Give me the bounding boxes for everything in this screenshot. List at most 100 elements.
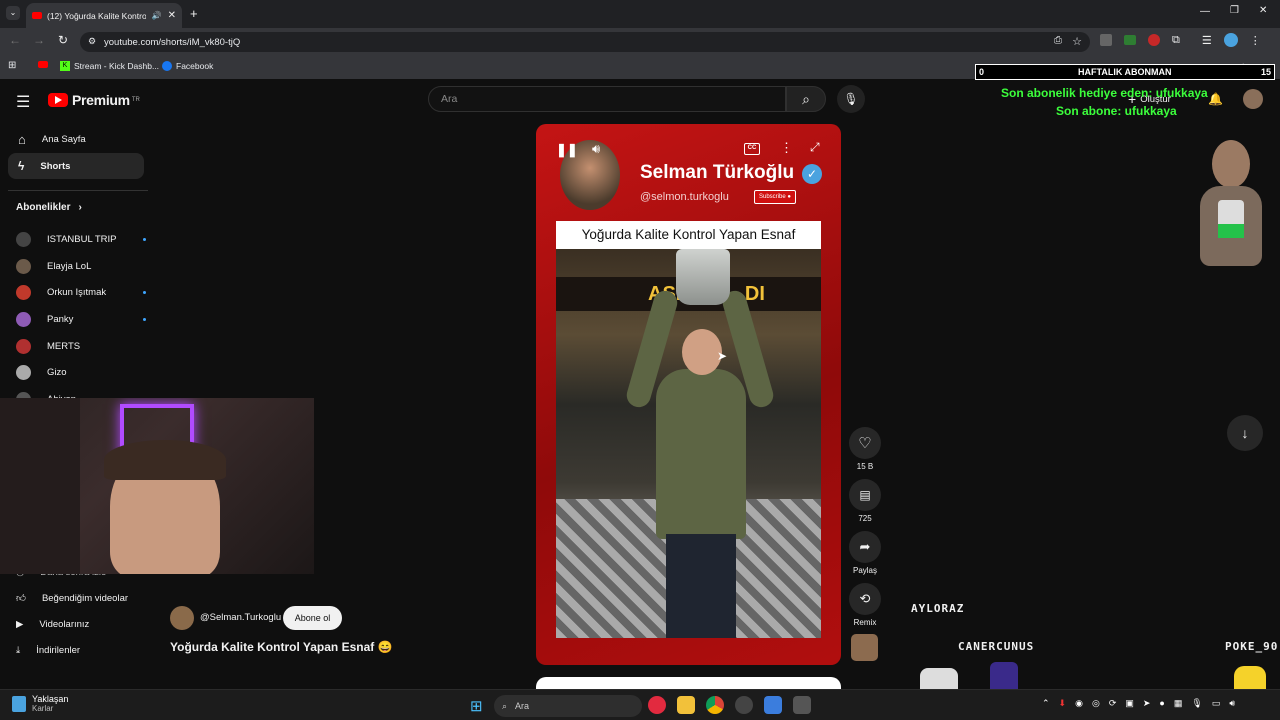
sidebar-item-subscription[interactable]: ISTANBUL TRIP xyxy=(16,226,146,253)
comments-button[interactable]: ▤ xyxy=(849,479,881,511)
extension-icon[interactable] xyxy=(1100,34,1112,46)
sidebar-item-label: Shorts xyxy=(40,160,71,172)
microphone-icon[interactable]: 🎙 xyxy=(1191,698,1202,709)
video-caption-banner: Yoğurda Kalite Kontrol Yapan Esnaf xyxy=(556,221,821,249)
sidebar-item-subscription[interactable]: Gizo xyxy=(16,359,146,386)
bookmark-label: Facebook xyxy=(176,61,214,71)
close-window-icon[interactable]: ✕ xyxy=(1259,5,1267,16)
yogurt-bucket xyxy=(676,249,730,305)
back-icon[interactable]: ← xyxy=(9,33,21,47)
tray-icon[interactable]: ◉ xyxy=(1075,698,1083,709)
new-tab-button[interactable]: + xyxy=(190,6,198,21)
tray-icon[interactable]: ◎ xyxy=(1092,698,1100,709)
share-button[interactable]: ➦ xyxy=(849,531,881,563)
app-icon[interactable] xyxy=(793,696,811,714)
volume-icon[interactable]: 🔊︎ xyxy=(592,141,600,157)
tray-icon[interactable]: ⟳ xyxy=(1109,698,1117,709)
sidebar-item-shorts[interactable]: ϟ Shorts xyxy=(8,153,144,179)
video-caption: Yoğurda Kalite Kontrol Yapan Esnaf xyxy=(581,227,796,242)
speaker-icon: 🔊 xyxy=(151,11,162,20)
maximize-icon[interactable]: ❐ xyxy=(1230,5,1239,16)
file-explorer-icon[interactable] xyxy=(677,696,695,714)
search-button[interactable]: ⌕ xyxy=(786,86,826,112)
chevron-up-icon[interactable]: ⌃ xyxy=(1042,698,1050,709)
sidebar-item-your-videos[interactable]: ▶ Videolarınız xyxy=(16,619,89,630)
thumbs-up-icon: 👍︎ xyxy=(16,593,26,604)
notifications-bell-icon[interactable]: 🔔 xyxy=(1208,92,1223,106)
sidebar-item-subscription[interactable]: Panky xyxy=(16,306,146,333)
subscriptions-header[interactable]: Abonelikler › xyxy=(16,202,82,213)
app-icon[interactable] xyxy=(764,696,782,714)
sound-thumbnail[interactable] xyxy=(851,634,878,661)
voice-search-button[interactable]: 🎙 xyxy=(837,85,865,113)
puzzle-icon[interactable]: ⧉ xyxy=(1172,34,1180,47)
mouse-cursor-icon: ➤ xyxy=(717,349,728,363)
network-icon[interactable]: ▭ xyxy=(1212,698,1221,709)
subscribe-label: Abone ol xyxy=(294,613,331,623)
bookmark-star-icon[interactable]: ☆ xyxy=(1072,35,1082,48)
video-icon: ▶ xyxy=(16,619,24,630)
adblock-icon[interactable] xyxy=(1148,34,1160,46)
youtube-icon xyxy=(38,61,48,68)
tray-icon[interactable]: ● xyxy=(1159,698,1164,709)
tray-icon[interactable]: ⬇ xyxy=(1059,698,1067,709)
captions-icon[interactable]: CC xyxy=(744,143,760,155)
meta-channel-handle[interactable]: @Selman.Turkoglu xyxy=(200,612,281,623)
tab-search-button[interactable]: ⌄ xyxy=(6,6,20,20)
meta-channel-avatar[interactable] xyxy=(170,606,194,630)
bookmark-youtube[interactable] xyxy=(38,61,48,68)
search-icon: ⌕ xyxy=(802,91,810,107)
streamer-sticker xyxy=(1200,140,1262,270)
app-icon[interactable] xyxy=(648,696,666,714)
url-field[interactable]: ⚙ youtube.com/shorts/iM_vk80-tjQ ⎙ ☆ xyxy=(80,32,1090,52)
sidebar-item-subscription[interactable]: MERTS xyxy=(16,333,146,360)
weather-widget[interactable]: Yaklaşan Karlar xyxy=(12,694,68,714)
start-button[interactable]: ⊞ xyxy=(470,697,483,715)
next-video-preview[interactable] xyxy=(536,677,841,689)
subscribe-button[interactable]: Abone ol xyxy=(283,606,342,630)
sidebar-item-subscription[interactable]: Orkun Işıtmak xyxy=(16,279,146,306)
remix-icon: ⟲ xyxy=(859,591,871,606)
site-info-icon[interactable]: ⚙ xyxy=(88,36,96,47)
hamburger-menu-icon[interactable]: ☰ xyxy=(16,92,30,112)
apps-grid-icon[interactable]: ⊞ xyxy=(8,60,16,71)
install-icon[interactable]: ⎙ xyxy=(1054,35,1062,46)
remix-label: Remix xyxy=(853,618,877,627)
youtube-logo[interactable]: Premium TR xyxy=(48,92,140,108)
next-short-button[interactable]: ↓ xyxy=(1227,415,1263,451)
tray-icon[interactable]: ▦ xyxy=(1174,698,1183,709)
more-options-icon[interactable]: ⋮ xyxy=(780,140,793,156)
pause-icon[interactable]: ❚❚ xyxy=(556,142,578,158)
reload-icon[interactable]: ↻ xyxy=(58,33,68,47)
extension-icon[interactable] xyxy=(1124,35,1136,45)
taskbar-search[interactable]: ⌕ Ara xyxy=(494,695,642,717)
browser-tab[interactable]: (12) Yoğurda Kalite Kontrol 🔊 ✕ xyxy=(26,3,182,28)
sidebar-item-home[interactable]: ⌂ Ana Sayfa xyxy=(8,126,144,152)
forward-icon[interactable]: → xyxy=(33,33,45,47)
profile-avatar[interactable] xyxy=(1223,33,1238,47)
search-box[interactable]: Ara xyxy=(428,86,786,112)
sidebar-item-downloads[interactable]: ⤓ İndirilenler xyxy=(16,645,80,656)
volume-icon[interactable]: 🔊︎ xyxy=(1229,698,1235,709)
tray-icon[interactable]: ➤ xyxy=(1143,698,1151,709)
fullscreen-icon[interactable]: ⤢ xyxy=(810,140,820,155)
menu-kebab-icon[interactable]: ⋮ xyxy=(1250,34,1261,47)
sidebar-item-liked[interactable]: 👍︎ Beğendiğim videolar xyxy=(16,592,128,605)
bookmark-kick[interactable]: K Stream - Kick Dashb... xyxy=(60,61,159,71)
man-head xyxy=(682,329,722,375)
close-tab-icon[interactable]: ✕ xyxy=(168,10,176,21)
like-button[interactable]: ♡ xyxy=(849,427,881,459)
shorts-player[interactable]: Selman Türkoğlu ✓ @selmon.turkoglu Subsc… xyxy=(536,124,841,665)
bookmark-facebook[interactable]: Facebook xyxy=(162,61,213,71)
overlay-channel-name: Selman Türkoğlu xyxy=(640,162,795,183)
app-icon[interactable] xyxy=(735,696,753,714)
streamer-webcam xyxy=(0,398,314,574)
sidebar-item-subscription[interactable]: Elayja LoL xyxy=(16,253,146,280)
reading-list-icon[interactable]: ☰ xyxy=(1202,34,1212,47)
minimize-icon[interactable]: — xyxy=(1200,6,1210,17)
tray-icon[interactable]: ▣ xyxy=(1125,698,1134,709)
video-frame: ASI DI xyxy=(556,249,821,638)
account-avatar[interactable] xyxy=(1243,89,1263,109)
remix-button[interactable]: ⟲ xyxy=(849,583,881,615)
chrome-icon[interactable] xyxy=(706,696,724,714)
